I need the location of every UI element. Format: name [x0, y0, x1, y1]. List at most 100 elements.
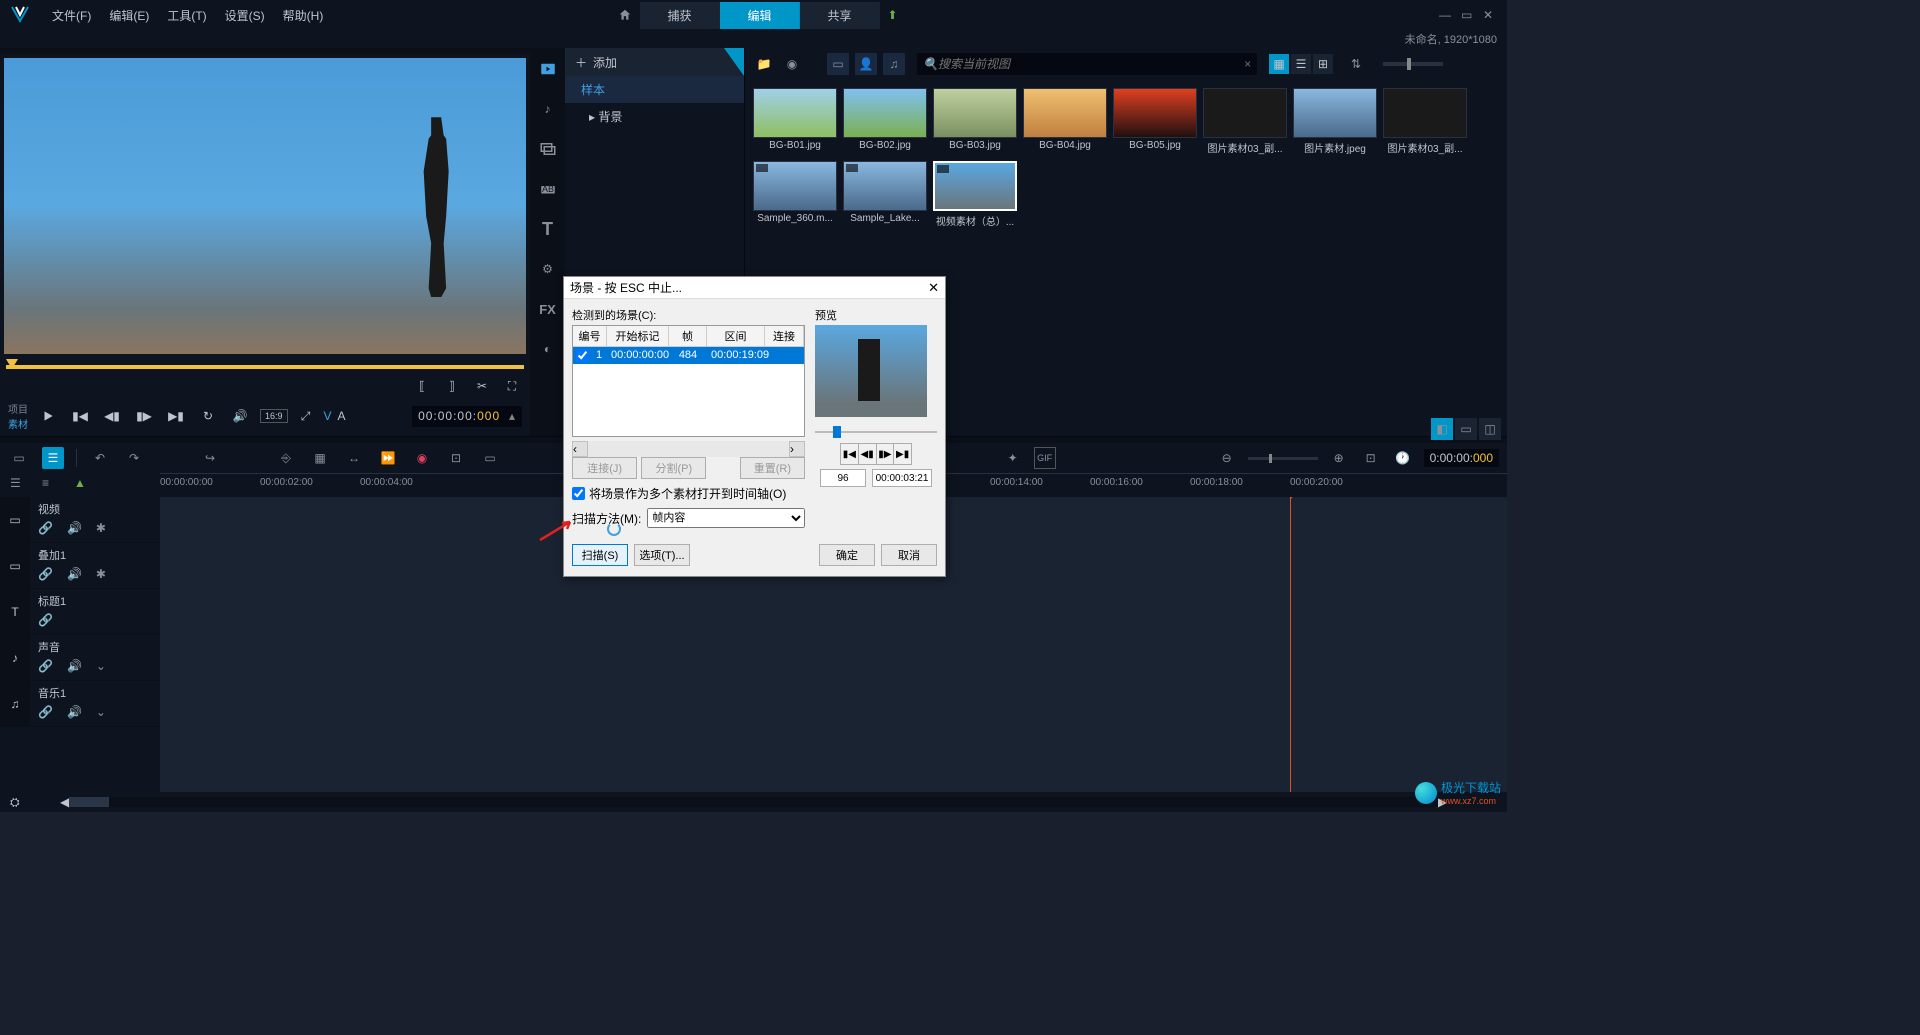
mark-in-icon[interactable]: ⟦ [410, 374, 434, 398]
chroma-icon[interactable]: ◉ [411, 447, 433, 469]
redo-icon[interactable]: ↷ [123, 447, 145, 469]
record-icon[interactable]: ◉ [781, 53, 803, 75]
media-icon[interactable] [537, 58, 559, 80]
options-button[interactable]: 选项(T)... [634, 544, 690, 566]
redo2-icon[interactable]: ↪ [199, 447, 221, 469]
overlay-icon[interactable] [537, 138, 559, 160]
dialog-preview-scrubber[interactable] [815, 421, 937, 439]
clear-search-icon[interactable]: × [1244, 57, 1251, 71]
title-track-icon[interactable]: T [0, 589, 30, 634]
timeline-timecode[interactable]: 0:00:00:000 [1424, 449, 1499, 467]
gif-icon[interactable]: GIF [1034, 447, 1056, 469]
col-number[interactable]: 编号 [573, 326, 607, 346]
join-button[interactable]: 连接(J) [572, 457, 637, 479]
col-duration[interactable]: 区间 [707, 326, 765, 346]
sound-track-icon[interactable]: ♪ [0, 635, 30, 680]
table-hscroll[interactable]: ‹› [572, 441, 805, 457]
scan-button[interactable]: 扫描(S) [572, 544, 628, 566]
cut-icon[interactable]: ✂ [470, 374, 494, 398]
close-icon[interactable]: ✕ [1483, 8, 1497, 22]
multicam-icon[interactable]: ▦ [309, 447, 331, 469]
home-icon[interactable] [609, 3, 639, 27]
mute-icon[interactable]: 🔊 [67, 521, 82, 535]
goto-end-icon[interactable]: ▶▮ [164, 404, 188, 428]
fx-icon[interactable]: FX [537, 298, 559, 320]
reset-button[interactable]: 重置(R) [740, 457, 805, 479]
play-icon[interactable] [36, 404, 60, 428]
col-frames[interactable]: 帧 [669, 326, 707, 346]
fit-icon[interactable]: ⊡ [1360, 447, 1382, 469]
view-small-icon[interactable]: ⊞ [1313, 54, 1333, 74]
prev-end-icon[interactable]: ▶▮ [894, 444, 911, 464]
ok-button[interactable]: 确定 [819, 544, 875, 566]
cancel-button[interactable]: 取消 [881, 544, 937, 566]
playhead[interactable] [1290, 497, 1291, 792]
maximize-icon[interactable]: ▭ [1461, 8, 1475, 22]
music-track-icon[interactable]: ♫ [0, 681, 30, 726]
thumb-item[interactable]: 视频素材（总）... [933, 161, 1017, 228]
overlay-track-icon[interactable]: ▭ [0, 543, 30, 588]
zoom-out-icon[interactable]: ⊖ [1216, 447, 1238, 469]
step-back-icon[interactable]: ◀▮ [100, 404, 124, 428]
minimize-icon[interactable]: — [1439, 8, 1453, 22]
undo-icon[interactable]: ↶ [89, 447, 111, 469]
dialog-titlebar[interactable]: 场景 - 按 ESC 中止... ✕ [564, 277, 945, 299]
col-start[interactable]: 开始标记 [607, 326, 669, 346]
mark-out-icon[interactable]: ⟧ [440, 374, 464, 398]
resize-icon[interactable]: ⤢ [294, 404, 318, 428]
mute-icon[interactable]: 🔊 [67, 567, 82, 581]
mute-icon[interactable]: 🔊 [67, 659, 82, 673]
a-toggle[interactable]: A [338, 409, 346, 423]
view-large-icon[interactable]: ▦ [1269, 54, 1289, 74]
import-icon[interactable]: 📁 [753, 53, 775, 75]
scene-row[interactable]: 1 00:00:00:00 484 00:00:19:09 [573, 347, 804, 364]
prev-fwd-icon[interactable]: ▮▶ [877, 444, 895, 464]
prev-start-icon[interactable]: ▮◀ [841, 444, 859, 464]
split-button[interactable]: 分割(P) [641, 457, 706, 479]
link-icon[interactable]: 🔗 [38, 659, 53, 673]
timeline-mode-icon[interactable]: ☰ [42, 447, 64, 469]
dialog-close-icon[interactable]: ✕ [928, 280, 939, 296]
timeline-hscroll[interactable]: ⛭ ◀ ▶ [0, 792, 1507, 812]
speed-icon[interactable]: ⏩ [377, 447, 399, 469]
scroll-left-icon[interactable]: ◀ [60, 795, 69, 809]
trim-icon[interactable]: ▭ [479, 447, 501, 469]
audio-icon[interactable]: ♪ [537, 98, 559, 120]
link-icon[interactable]: 🔗 [38, 521, 53, 535]
gauge-icon[interactable]: ◐ [537, 338, 559, 360]
thumb-item[interactable]: BG-B03.jpg [933, 88, 1017, 155]
link-icon[interactable]: 🔗 [38, 705, 53, 719]
menu-edit[interactable]: 编辑(E) [109, 7, 149, 24]
timecode-display[interactable]: 00:00:00:000 ▴ [412, 406, 522, 427]
aspect-ratio[interactable]: 16:9 [260, 409, 288, 423]
track-view2-icon[interactable]: ≡ [42, 476, 60, 494]
source-project-label[interactable]: 项目 [8, 401, 28, 416]
title-icon[interactable]: T [537, 218, 559, 240]
track-view1-icon[interactable]: ☰ [10, 476, 28, 494]
sort-icon[interactable]: ⇅ [1345, 53, 1367, 75]
expand-icon[interactable]: ⛶ [500, 374, 524, 398]
open-timeline-checkbox[interactable]: 将场景作为多个素材打开到时间轴(O) [572, 485, 805, 502]
step-fwd-icon[interactable]: ▮▶ [132, 404, 156, 428]
upload-icon[interactable]: ⬆ [887, 8, 897, 22]
view-list-icon[interactable]: ☰ [1291, 54, 1311, 74]
storyboard-icon[interactable]: ▭ [8, 447, 30, 469]
search-input[interactable]: 🔍 × [917, 53, 1257, 75]
menu-file[interactable]: 文件(F) [52, 7, 91, 24]
thumbnail-zoom[interactable] [1383, 62, 1443, 66]
tree-sample[interactable]: 样本 [565, 76, 744, 103]
filter-video-icon[interactable]: ▭ [827, 53, 849, 75]
filter-audio-icon[interactable]: ♫ [883, 53, 905, 75]
thumb-item[interactable]: BG-B05.jpg [1113, 88, 1197, 155]
scan-method-select[interactable]: 帧内容 [647, 508, 805, 528]
video-track-icon[interactable]: ▭ [0, 497, 30, 542]
scene-checkbox[interactable] [576, 349, 589, 362]
add-track-icon[interactable]: ▲ [74, 476, 92, 494]
add-button[interactable]: ＋添加 [565, 48, 744, 76]
panel-btn3-icon[interactable]: ◫ [1479, 418, 1501, 440]
settings-icon[interactable]: ⚙ [537, 258, 559, 280]
loop-icon[interactable]: ↻ [196, 404, 220, 428]
tab-capture[interactable]: 捕获 [639, 2, 719, 29]
menu-tools[interactable]: 工具(T) [167, 7, 206, 24]
clock-icon[interactable]: 🕐 [1392, 447, 1414, 469]
